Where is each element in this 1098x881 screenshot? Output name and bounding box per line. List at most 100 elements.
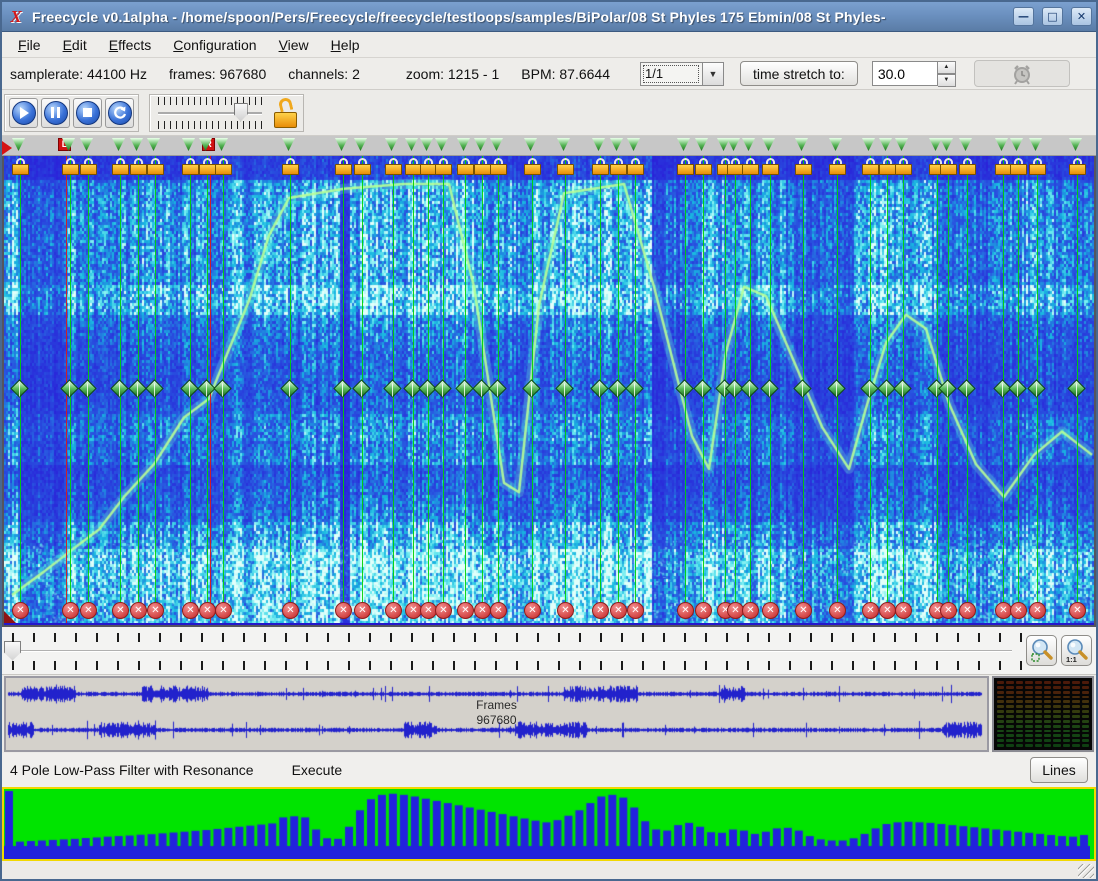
slice-triangle-icon[interactable] xyxy=(12,138,25,151)
slice-lock-icon[interactable] xyxy=(895,158,912,175)
time-stretch-button[interactable]: time stretch to: xyxy=(740,61,858,86)
slice-triangle-icon[interactable] xyxy=(592,138,605,151)
slice-delete-icon[interactable] xyxy=(610,602,627,619)
slice-delete-icon[interactable] xyxy=(182,602,199,619)
slice-lock-icon[interactable] xyxy=(829,158,846,175)
volume-slider[interactable] xyxy=(158,97,262,129)
slice-lock-icon[interactable] xyxy=(610,158,627,175)
slice-lock-icon[interactable] xyxy=(385,158,402,175)
slice-lock-icon[interactable] xyxy=(557,158,574,175)
slice-lock-icon[interactable] xyxy=(695,158,712,175)
slice-delete-icon[interactable] xyxy=(435,602,452,619)
slice-delete-icon[interactable] xyxy=(385,602,402,619)
metronome-button[interactable] xyxy=(974,60,1070,87)
slice-lock-icon[interactable] xyxy=(795,158,812,175)
slice-triangle-icon[interactable] xyxy=(727,138,740,151)
slice-triangle-icon[interactable] xyxy=(405,138,418,151)
slice-lock-icon[interactable] xyxy=(762,158,779,175)
slice-triangle-icon[interactable] xyxy=(677,138,690,151)
stop-button[interactable] xyxy=(73,98,102,128)
slice-delete-icon[interactable] xyxy=(130,602,147,619)
slice-lock-icon[interactable] xyxy=(130,158,147,175)
slice-triangle-icon[interactable] xyxy=(959,138,972,151)
slice-lock-icon[interactable] xyxy=(862,158,879,175)
slice-triangle-icon[interactable] xyxy=(879,138,892,151)
padlock-open-icon[interactable] xyxy=(273,98,299,128)
slice-lock-icon[interactable] xyxy=(80,158,97,175)
slice-lock-icon[interactable] xyxy=(457,158,474,175)
menu-file[interactable]: File xyxy=(8,34,51,56)
slice-triangle-icon[interactable] xyxy=(457,138,470,151)
slice-lock-icon[interactable] xyxy=(147,158,164,175)
slice-delete-icon[interactable] xyxy=(354,602,371,619)
slice-lock-icon[interactable] xyxy=(112,158,129,175)
slice-delete-icon[interactable] xyxy=(12,602,29,619)
slice-delete-icon[interactable] xyxy=(335,602,352,619)
slice-delete-icon[interactable] xyxy=(457,602,474,619)
slice-triangle-icon[interactable] xyxy=(1029,138,1042,151)
slice-lock-icon[interactable] xyxy=(940,158,957,175)
slice-triangle-icon[interactable] xyxy=(335,138,348,151)
slice-triangle-icon[interactable] xyxy=(862,138,875,151)
slice-lock-icon[interactable] xyxy=(627,158,644,175)
slice-lock-icon[interactable] xyxy=(1029,158,1046,175)
menu-edit[interactable]: Edit xyxy=(53,34,97,56)
pause-button[interactable] xyxy=(41,98,70,128)
zoom-selection-button[interactable] xyxy=(1026,635,1057,666)
slice-delete-icon[interactable] xyxy=(557,602,574,619)
playhead-flag-icon[interactable] xyxy=(2,141,12,155)
play-button[interactable] xyxy=(9,98,38,128)
slice-delete-icon[interactable] xyxy=(742,602,759,619)
slice-triangle-icon[interactable] xyxy=(80,138,93,151)
envelope-editor[interactable] xyxy=(2,787,1096,861)
slice-triangle-icon[interactable] xyxy=(829,138,842,151)
slice-delete-icon[interactable] xyxy=(80,602,97,619)
slice-delete-icon[interactable] xyxy=(695,602,712,619)
slice-lock-icon[interactable] xyxy=(742,158,759,175)
spin-down-icon[interactable]: ▼ xyxy=(938,74,956,87)
slice-triangle-icon[interactable] xyxy=(762,138,775,151)
slice-delete-icon[interactable] xyxy=(879,602,896,619)
slice-lock-icon[interactable] xyxy=(435,158,452,175)
slice-triangle-icon[interactable] xyxy=(695,138,708,151)
slice-delete-icon[interactable] xyxy=(829,602,846,619)
slice-delete-icon[interactable] xyxy=(474,602,491,619)
slice-delete-icon[interactable] xyxy=(62,602,79,619)
slice-lock-icon[interactable] xyxy=(524,158,541,175)
slice-delete-icon[interactable] xyxy=(524,602,541,619)
slice-lock-icon[interactable] xyxy=(959,158,976,175)
slice-triangle-icon[interactable] xyxy=(474,138,487,151)
waveform-overview[interactable]: Frames 967680 xyxy=(4,676,989,752)
slice-delete-icon[interactable] xyxy=(1069,602,1086,619)
resize-grip-icon[interactable] xyxy=(1078,864,1094,878)
zoom-one-to-one-button[interactable]: 1:1 xyxy=(1061,635,1092,666)
fraction-select[interactable]: 1/1 ▼ xyxy=(640,62,724,86)
slice-lock-icon[interactable] xyxy=(677,158,694,175)
slice-delete-icon[interactable] xyxy=(959,602,976,619)
close-button[interactable]: ✕ xyxy=(1071,7,1092,26)
slice-triangle-icon[interactable] xyxy=(895,138,908,151)
slice-delete-icon[interactable] xyxy=(1010,602,1027,619)
slider-handle[interactable] xyxy=(234,103,248,122)
minimize-button[interactable]: — xyxy=(1013,7,1034,26)
slice-triangle-icon[interactable] xyxy=(795,138,808,151)
slice-triangle-icon[interactable] xyxy=(130,138,143,151)
slice-delete-icon[interactable] xyxy=(112,602,129,619)
slice-delete-icon[interactable] xyxy=(147,602,164,619)
slice-delete-icon[interactable] xyxy=(795,602,812,619)
slice-delete-icon[interactable] xyxy=(862,602,879,619)
maximize-button[interactable]: □ xyxy=(1042,7,1063,26)
position-slider[interactable] xyxy=(2,627,1022,675)
slice-triangle-icon[interactable] xyxy=(524,138,537,151)
slice-triangle-icon[interactable] xyxy=(490,138,503,151)
slice-lock-icon[interactable] xyxy=(215,158,232,175)
slice-triangle-icon[interactable] xyxy=(385,138,398,151)
slice-delete-icon[interactable] xyxy=(490,602,507,619)
menu-configuration[interactable]: Configuration xyxy=(163,34,266,56)
slice-delete-icon[interactable] xyxy=(895,602,912,619)
slice-delete-icon[interactable] xyxy=(627,602,644,619)
slice-triangle-icon[interactable] xyxy=(435,138,448,151)
stretch-spinbox[interactable]: ▲ ▼ xyxy=(872,61,956,86)
slice-triangle-icon[interactable] xyxy=(940,138,953,151)
slice-lock-icon[interactable] xyxy=(1069,158,1086,175)
